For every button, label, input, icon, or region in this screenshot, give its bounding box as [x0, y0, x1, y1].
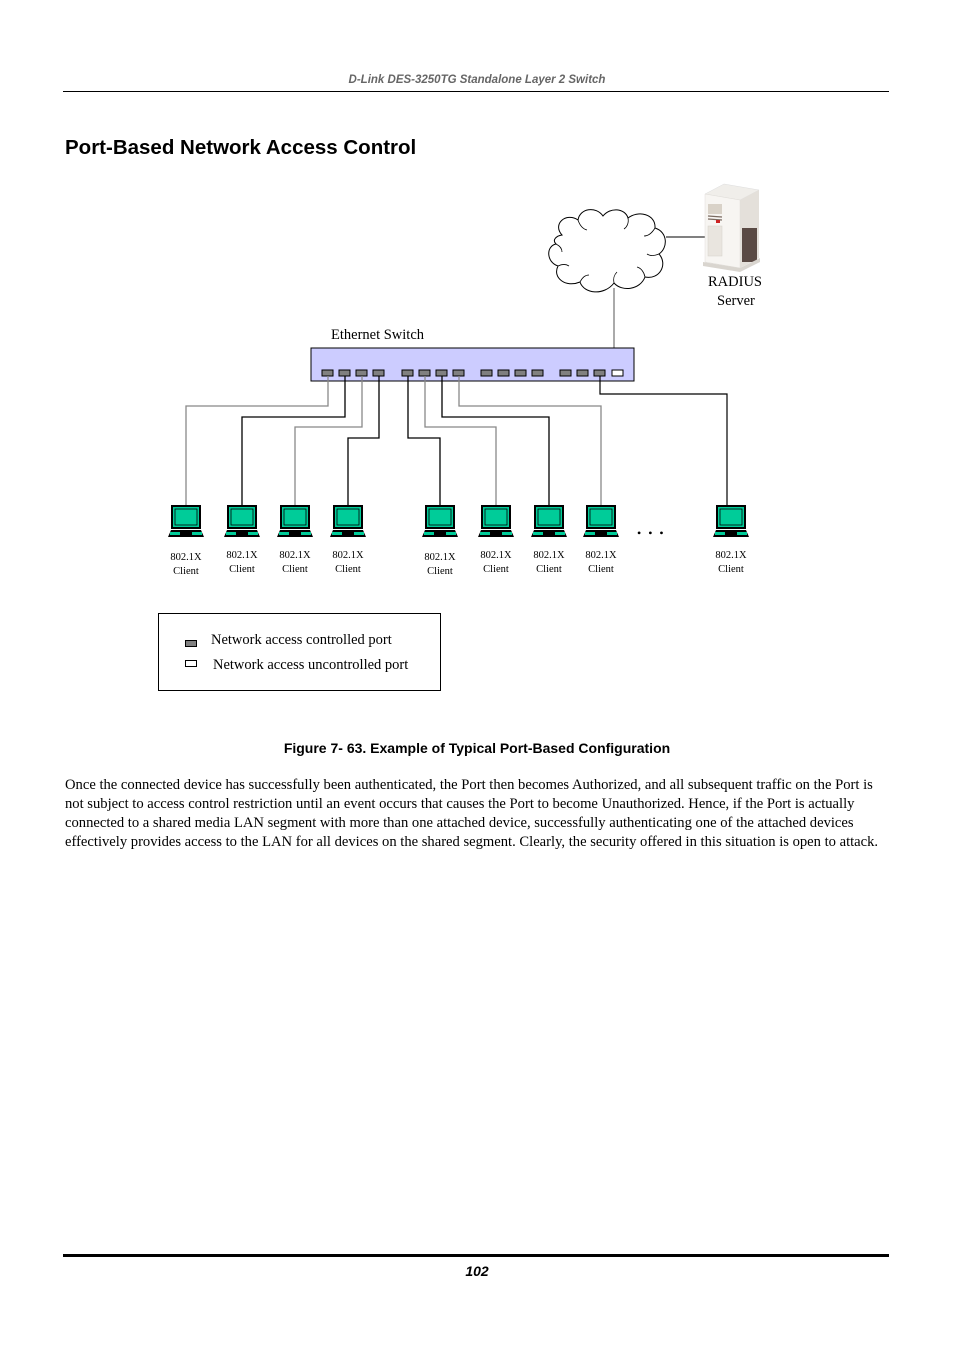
laptop-icon — [224, 505, 260, 537]
client-label: 802.1X Client — [318, 549, 378, 577]
client-label-line1: 802.1X — [226, 550, 258, 561]
client-label: 802.1X Client — [410, 551, 470, 579]
legend: Network access controlled port Network a… — [158, 613, 441, 691]
client-label-line2: Client — [483, 564, 509, 575]
controlled-port — [514, 369, 527, 377]
radius-server-icon — [703, 183, 760, 272]
figure-caption: Figure 7- 63. Example of Typical Port-Ba… — [283, 740, 671, 756]
controlled-port — [321, 369, 334, 377]
laptop-icon — [422, 505, 458, 537]
controlled-port — [401, 369, 414, 377]
client-label: 802.1X Client — [265, 549, 325, 577]
client-label-line2: Client — [282, 564, 308, 575]
controlled-port — [593, 369, 606, 377]
laptop-icon — [713, 505, 749, 537]
client-label-line2: Client — [173, 566, 199, 577]
controlled-port — [531, 369, 544, 377]
laptop-icon — [531, 505, 567, 537]
controlled-port — [372, 369, 385, 377]
client-label-line2: Client — [427, 566, 453, 577]
cable — [424, 376, 497, 505]
client-label-line1: 802.1X — [480, 550, 512, 561]
controlled-port — [497, 369, 510, 377]
client-label-line1: 802.1X — [332, 550, 364, 561]
client-label: 802.1X Client — [701, 549, 761, 577]
server-label-line2: Server — [717, 293, 755, 309]
legend-uncontrolled-label: Network access uncontrolled port — [213, 657, 409, 673]
laptop-icon — [583, 505, 619, 537]
client-label-line2: Client — [536, 564, 562, 575]
controlled-port-swatch — [185, 640, 197, 647]
controlled-port — [338, 369, 351, 377]
client-label-line1: 802.1X — [533, 550, 565, 561]
client-label-line1: 802.1X — [170, 552, 202, 563]
network-cloud-icon — [548, 209, 666, 293]
controlled-port — [480, 369, 493, 377]
cable — [347, 376, 380, 505]
server-label-line1: RADIUS — [708, 274, 762, 290]
client-label: 802.1X Client — [156, 551, 216, 579]
cable — [185, 376, 329, 505]
controlled-port — [559, 369, 572, 377]
network-diagram: Ethernet Switch RADIUS Server • • • 802.… — [0, 0, 954, 730]
ellipsis: • • • — [637, 526, 666, 540]
client-label-line2: Client — [588, 564, 614, 575]
client-label-line1: 802.1X — [715, 550, 747, 561]
footer-rule — [63, 1254, 889, 1257]
client-label: 802.1X Client — [212, 549, 272, 577]
controlled-port — [418, 369, 431, 377]
cables — [185, 376, 728, 505]
switch-label: Ethernet Switch — [331, 327, 425, 343]
client-label: 802.1X Client — [466, 549, 526, 577]
client-label-line1: 802.1X — [585, 550, 617, 561]
controlled-port — [355, 369, 368, 377]
cable — [458, 376, 602, 505]
client-label-line2: Client — [335, 564, 361, 575]
laptop-icon — [330, 505, 366, 537]
cable — [599, 376, 728, 505]
laptop-icon — [168, 505, 204, 537]
uncontrolled-port — [611, 369, 624, 377]
legend-controlled-label: Network access controlled port — [211, 632, 392, 648]
client-label-line2: Client — [229, 564, 255, 575]
client-label: 802.1X Client — [571, 549, 631, 577]
controlled-port — [576, 369, 589, 377]
body-paragraph: Once the connected device has successful… — [65, 777, 879, 850]
client-label-line1: 802.1X — [424, 552, 456, 563]
laptop-icon — [478, 505, 514, 537]
laptop-icon — [277, 505, 313, 537]
uncontrolled-port-swatch — [185, 660, 197, 667]
cable — [241, 376, 346, 505]
diagram-canvas — [168, 183, 760, 537]
page-number: 102 — [465, 1263, 489, 1279]
controlled-port — [452, 369, 465, 377]
cable — [407, 376, 441, 505]
controlled-port — [435, 369, 448, 377]
client-label-line2: Client — [718, 564, 744, 575]
client-label-line1: 802.1X — [279, 550, 311, 561]
client-label: 802.1X Client — [519, 549, 579, 577]
